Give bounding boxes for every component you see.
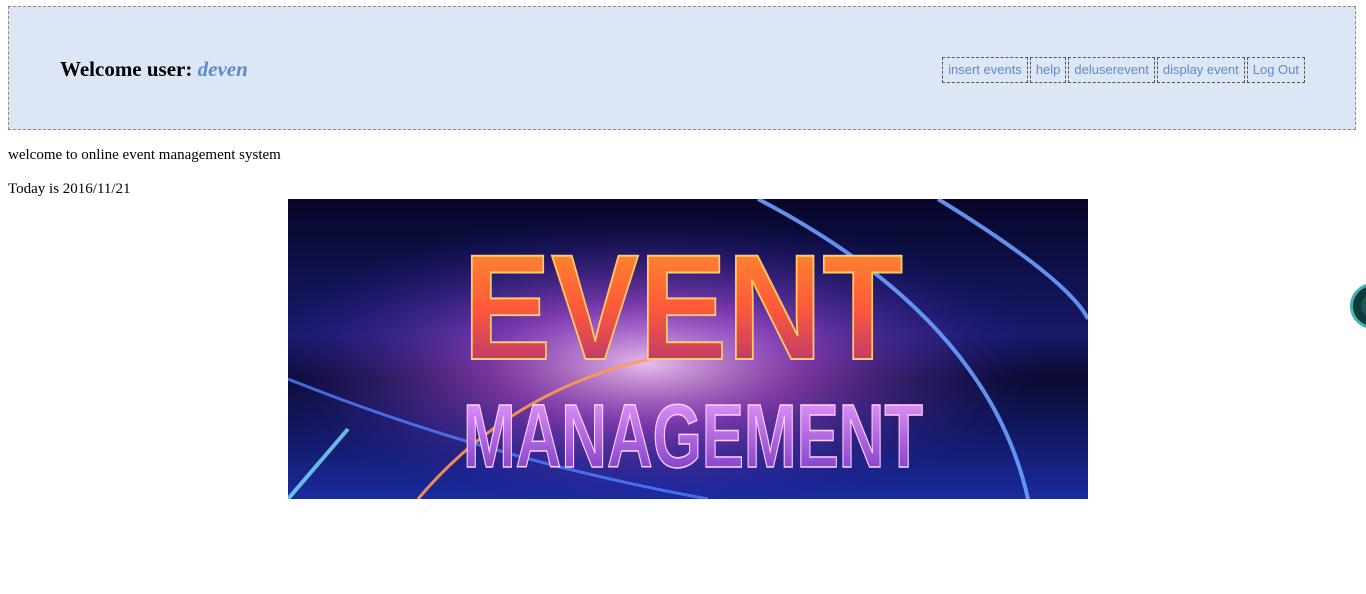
welcome-label: Welcome user: bbox=[60, 57, 193, 81]
nav-menu: insert events help deluserevent display … bbox=[942, 57, 1305, 83]
banner-line-2: MANAGEMENT bbox=[463, 387, 923, 487]
nav-deluserevent-link[interactable]: deluserevent bbox=[1068, 57, 1155, 83]
intro-text: welcome to online event management syste… bbox=[8, 147, 281, 163]
banner-line-1: EVENT bbox=[463, 223, 903, 391]
header-panel: Welcome user: deven insert events help d… bbox=[8, 6, 1356, 130]
event-management-banner-image: EVENT MANAGEMENT bbox=[288, 199, 1088, 499]
username: deven bbox=[197, 57, 248, 81]
nav-insert-events-link[interactable]: insert events bbox=[942, 57, 1028, 83]
nav-display-event-link[interactable]: display event bbox=[1156, 57, 1245, 83]
nav-logout-link[interactable]: Log Out bbox=[1246, 57, 1305, 83]
floating-widget-button[interactable] bbox=[1350, 283, 1366, 329]
nav-help-link[interactable]: help bbox=[1029, 57, 1067, 83]
welcome-heading: Welcome user: deven bbox=[60, 57, 248, 82]
today-date: Today is 2016/11/21 bbox=[8, 181, 131, 197]
